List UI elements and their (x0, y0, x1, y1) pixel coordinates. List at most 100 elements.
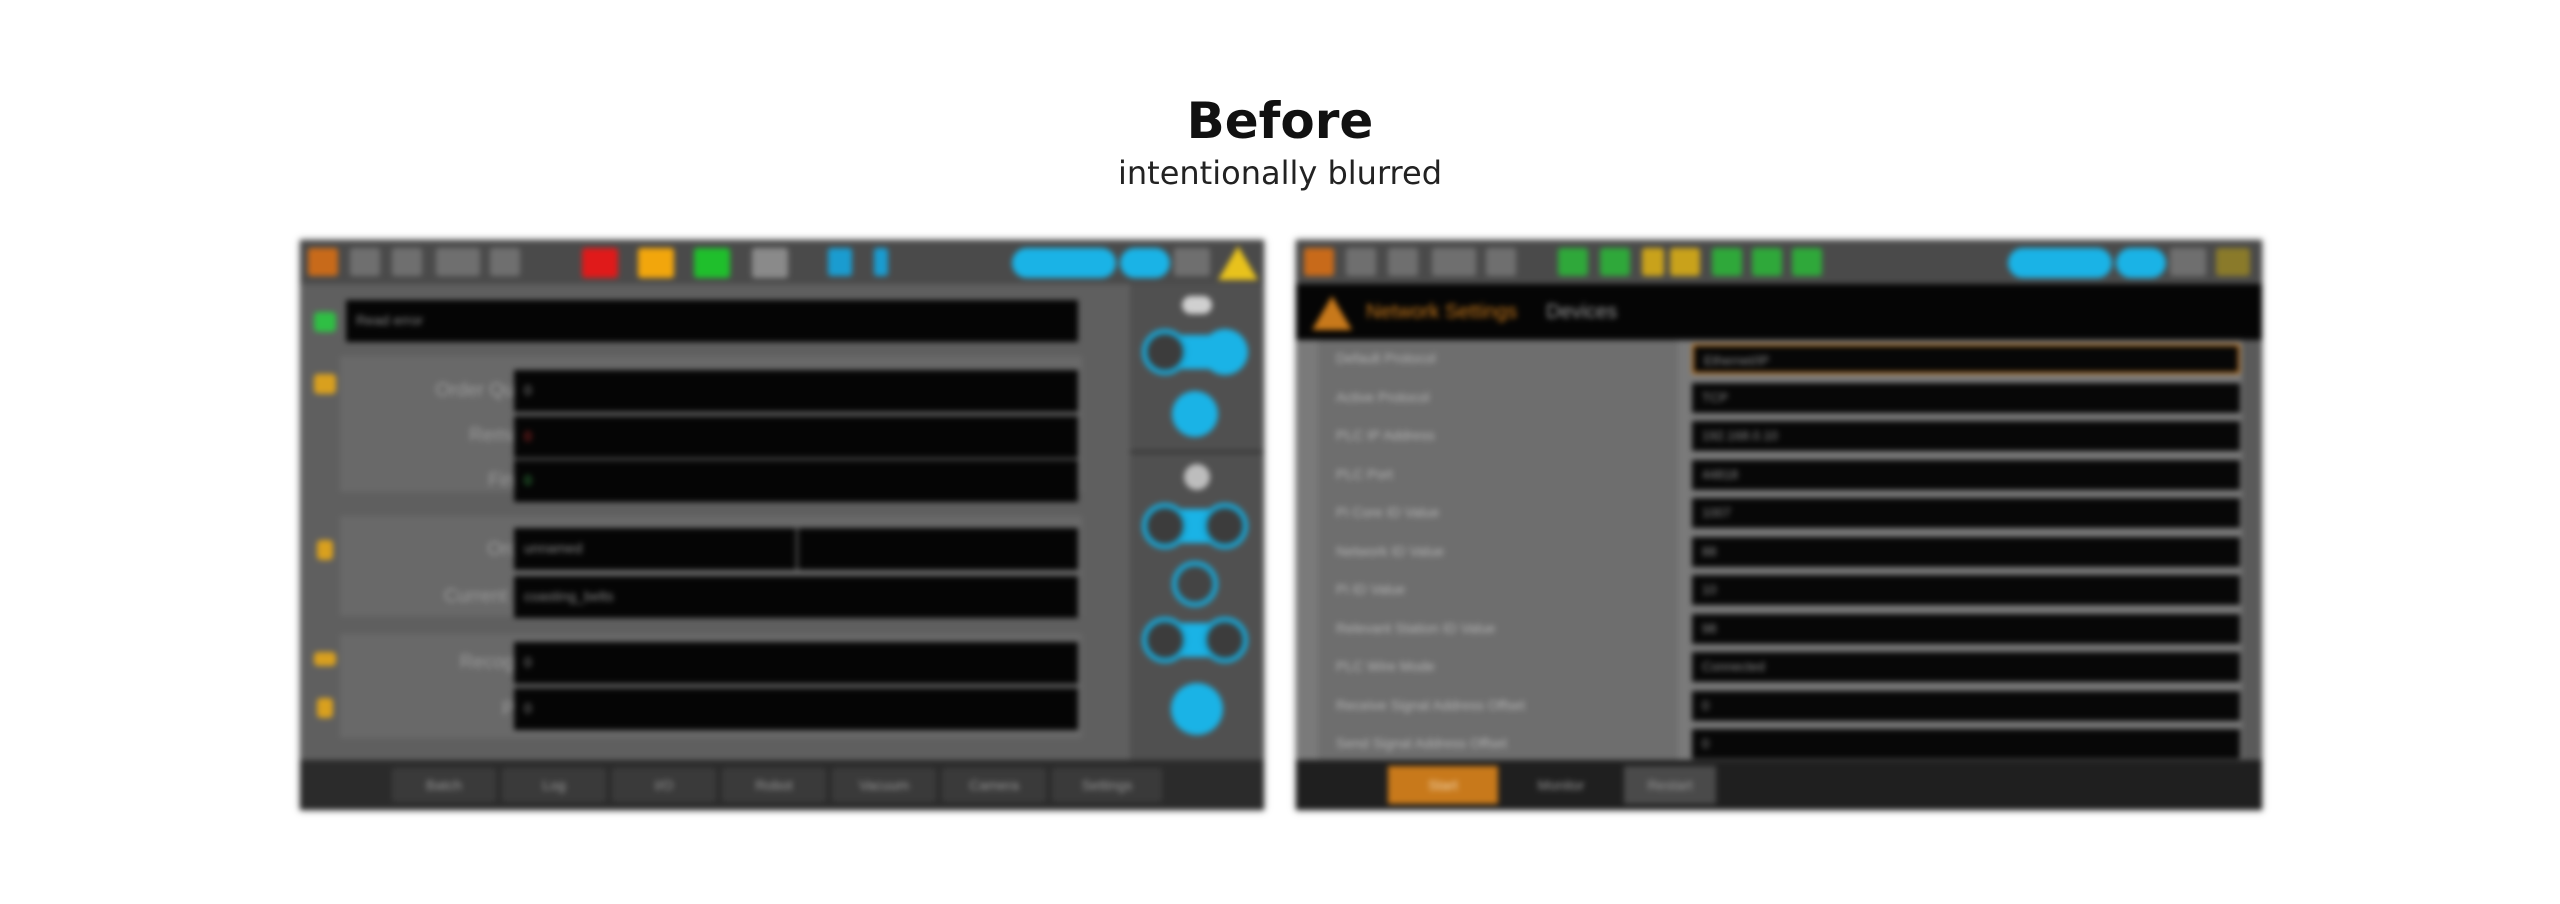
camera-icon (314, 652, 336, 666)
order-id-field[interactable]: unnamed (514, 528, 796, 570)
status-icon (1346, 248, 1376, 276)
tab-log[interactable]: Log (502, 768, 606, 802)
setting-label: PLC Wire Mode (1336, 658, 1435, 674)
toggle-button[interactable] (1120, 248, 1170, 278)
stop-button[interactable] (582, 248, 618, 278)
tab-robot[interactable]: Robot (722, 768, 826, 802)
setting-value-field[interactable]: 192.168.0.10 (1692, 421, 2240, 451)
status-icon (436, 248, 480, 276)
setting-value-field[interactable]: 0 (1692, 690, 2240, 721)
setting-value-field[interactable]: 98 (1692, 613, 2240, 644)
tab-start[interactable]: Start (1388, 766, 1498, 804)
control-rail (1130, 284, 1264, 760)
tab-vacuum[interactable]: Vacuum (832, 768, 936, 802)
remaining-field: 0 (514, 416, 1078, 458)
confirm-button[interactable] (1172, 391, 1218, 437)
jog-center-button[interactable] (1172, 561, 1218, 607)
user-button[interactable] (1012, 248, 1116, 278)
bottom-navigation: Start Monitor Restart (1296, 760, 2262, 810)
left-screenshot: Read error Order Quantity 0 Remaining 0 … (300, 240, 1264, 810)
battery-icon (1670, 248, 1700, 276)
tab-restart[interactable]: Restart (1624, 766, 1716, 804)
setting-label: Default Protocol (1336, 350, 1436, 366)
setting-value-field[interactable]: 0 (1692, 729, 2240, 759)
warning-icon[interactable] (1218, 246, 1258, 280)
status-icon (350, 248, 380, 276)
setting-value-field[interactable]: TCP (1692, 382, 2240, 413)
tab-batch[interactable]: Batch (392, 768, 496, 802)
setting-label: PLC IP Address (1336, 427, 1435, 443)
reset-button[interactable] (752, 248, 788, 278)
toggle-on-button[interactable] (1202, 329, 1248, 375)
app-logo-icon (308, 248, 338, 276)
finished-field: 0 (514, 460, 1078, 502)
pause-button[interactable] (638, 248, 674, 278)
setting-label: Relevant Station ID Value (1336, 619, 1496, 636)
start-button[interactable] (694, 248, 730, 278)
connection-icon (1600, 248, 1630, 276)
topology-icon (1752, 248, 1782, 276)
jog-down-right-button[interactable] (1202, 617, 1248, 663)
scrollbar[interactable] (2242, 340, 2262, 760)
top-toolbar (1296, 240, 2262, 284)
network-icon (1558, 248, 1588, 276)
jog-right-button[interactable] (1202, 503, 1248, 549)
tab-network-settings[interactable]: Network Settings (1366, 301, 1517, 324)
order-id-extra-field[interactable] (798, 528, 1078, 570)
setting-value-field[interactable]: 44818 (1692, 459, 2240, 490)
setting-label: Receive Signal Address Offset (1336, 696, 1525, 713)
setting-label: Pi Core ID Value (1336, 504, 1440, 520)
tab-devices[interactable]: Devices (1546, 301, 1617, 324)
setting-label: Network ID Value (1336, 542, 1444, 559)
order-quantity-field[interactable]: 0 (514, 370, 1078, 412)
setting-value-field[interactable]: 88 (1692, 536, 2240, 567)
tab-io[interactable]: I/O (612, 768, 716, 802)
location-icon (317, 540, 333, 560)
jog-left-button[interactable] (1142, 503, 1188, 549)
toggle-knob (2170, 248, 2206, 276)
setting-label: PLC Port (1336, 465, 1393, 482)
toggle-button[interactable] (2116, 248, 2166, 278)
toggle-knob (1174, 248, 1210, 276)
info-icon (874, 248, 888, 276)
setting-value-field[interactable]: Ethernet/IP (1692, 344, 2240, 374)
settings-header: Network Settings Devices (1296, 284, 2262, 340)
edit-icon[interactable] (314, 312, 336, 332)
home-button[interactable] (1171, 683, 1223, 735)
toggle-off-button[interactable] (1142, 329, 1188, 375)
status-icon (392, 248, 422, 276)
right-screenshot: Network Settings Devices Default Protoco… (1296, 240, 2262, 810)
gear-icon[interactable] (1184, 464, 1210, 490)
link-icon (1712, 248, 1742, 276)
warning-icon (1312, 296, 1352, 330)
jog-down-left-button[interactable] (1142, 617, 1188, 663)
setting-label: Active Protocol (1336, 388, 1430, 405)
status-icon (1486, 248, 1516, 276)
signal-icon (828, 248, 852, 276)
pin-icon (317, 698, 333, 718)
recognized-field: 0 (514, 642, 1078, 684)
read-status-field: Read error (346, 300, 1078, 342)
setting-value-field[interactable]: 10 (1692, 575, 2240, 605)
status-icon (1432, 248, 1476, 276)
tab-settings[interactable]: Settings (1052, 768, 1162, 802)
alarm-icon[interactable] (2216, 248, 2250, 276)
placed-field: 0 (514, 688, 1078, 730)
tab-camera[interactable]: Camera (942, 768, 1046, 802)
status-icon (490, 248, 520, 276)
current-place-field: coasting_belts (514, 576, 1078, 618)
tab-monitor[interactable]: Monitor (1506, 766, 1616, 804)
eye-icon[interactable] (1182, 296, 1212, 314)
rail-divider (1130, 450, 1264, 454)
key-icon (1642, 248, 1664, 276)
quantity-icon (314, 374, 336, 394)
batch-panel: Read error Order Quantity 0 Remaining 0 … (300, 284, 1130, 760)
setting-label: Pi ID Value (1336, 581, 1405, 597)
user-button[interactable] (2008, 248, 2112, 278)
top-toolbar (300, 240, 1264, 284)
setting-label: Send Signal Address Offset (1336, 735, 1507, 751)
device-icon (1792, 248, 1822, 276)
setting-value-field[interactable]: Connected (1692, 652, 2240, 682)
setting-value-field[interactable]: 1007 (1692, 498, 2240, 528)
bottom-navigation: Batch Log I/O Robot Vacuum Camera Settin… (300, 760, 1264, 810)
